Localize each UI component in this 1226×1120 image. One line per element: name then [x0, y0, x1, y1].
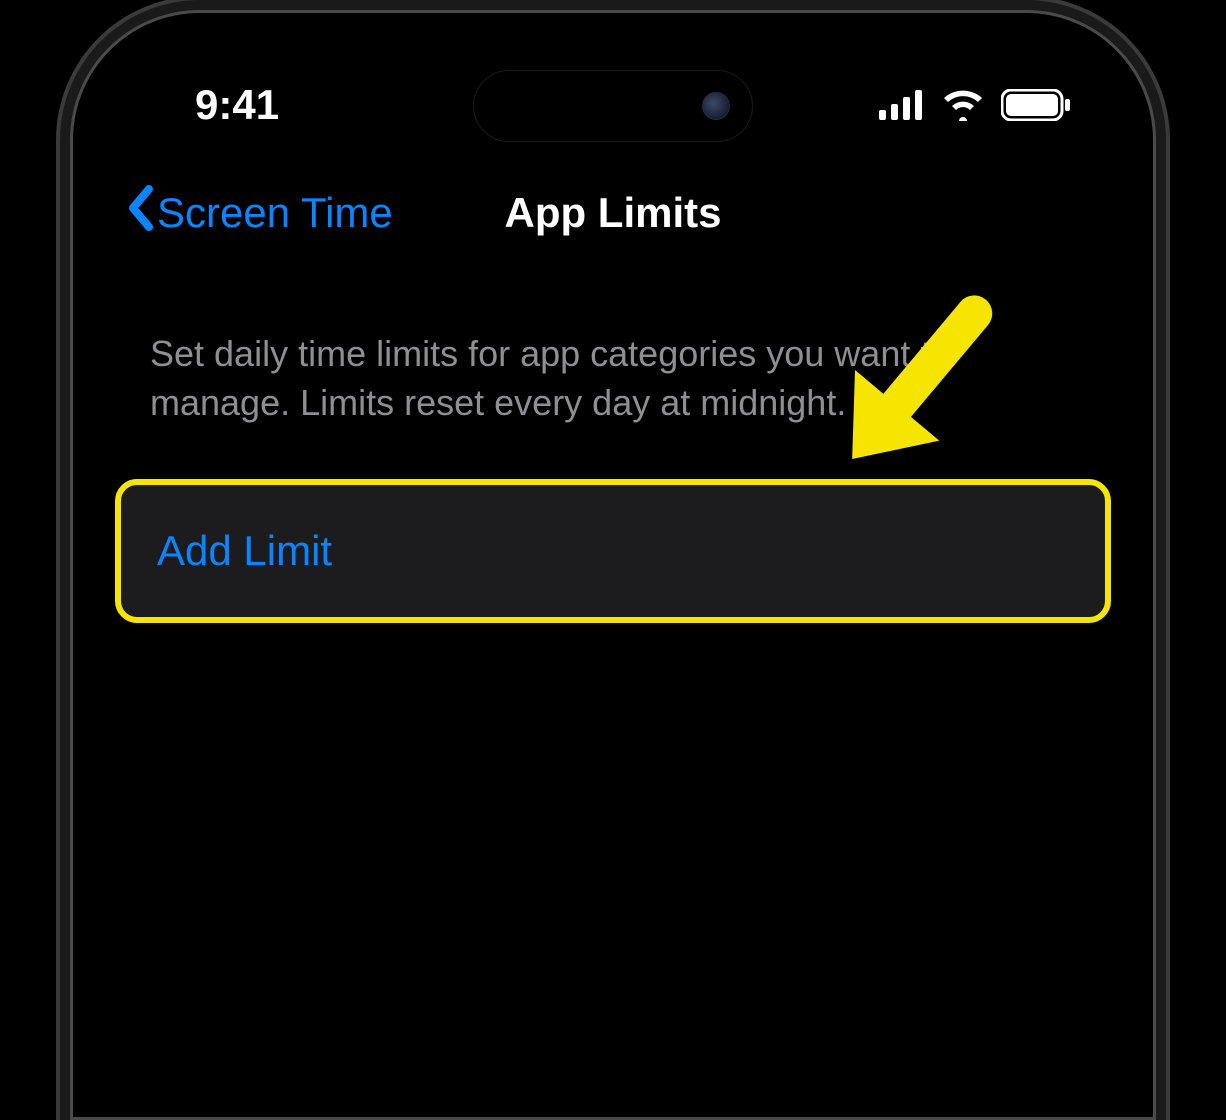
add-limit-label: Add Limit: [157, 527, 1069, 575]
chevron-left-icon: [125, 185, 153, 240]
status-time: 9:41: [195, 81, 279, 129]
volume-up-button: [58, 600, 64, 775]
back-button-label: Screen Time: [157, 189, 393, 237]
volume-down-button: [58, 805, 64, 980]
back-button[interactable]: Screen Time: [125, 185, 393, 240]
page-title: App Limits: [505, 189, 722, 237]
status-indicators: [879, 89, 1071, 121]
front-camera: [702, 92, 730, 120]
battery-icon: [1001, 89, 1071, 121]
dynamic-island: [473, 70, 753, 142]
cellular-signal-icon: [879, 90, 925, 120]
volume-mute-switch: [58, 470, 64, 570]
description-text: Set daily time limits for app categories…: [95, 270, 1131, 457]
iphone-frame: 9:41: [70, 10, 1156, 1120]
power-button: [1162, 640, 1168, 920]
navigation-bar: Screen Time App Limits: [95, 145, 1131, 270]
add-limit-button[interactable]: Add Limit: [115, 479, 1111, 623]
wifi-icon: [941, 89, 985, 121]
screen: 9:41: [95, 35, 1131, 1117]
